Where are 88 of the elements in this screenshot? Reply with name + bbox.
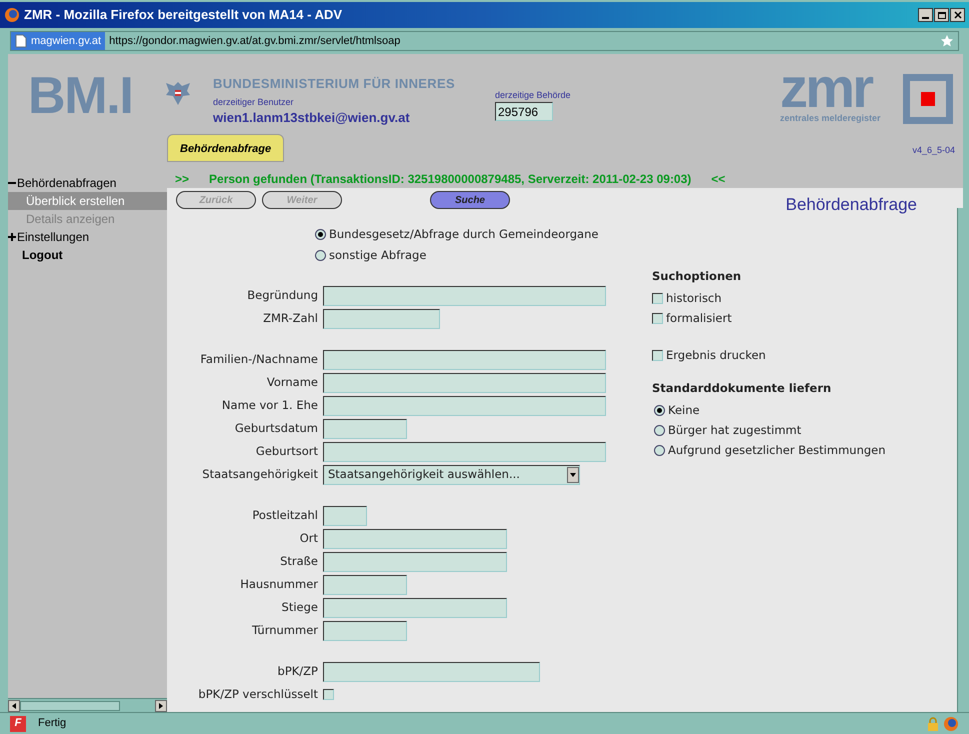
page-icon [15,34,27,48]
text-field[interactable] [323,372,606,392]
message-marker: << [711,171,726,188]
checkbox[interactable] [652,292,663,304]
text-field[interactable] [323,396,606,416]
status-text: Fertig [38,716,66,732]
padlock-icon [927,716,939,730]
url-text: https://gondor.magwien.gv.at/at.gv.bmi.zmr/servlet/htmlsoap [109,34,400,49]
checkbox-label: Ergebnis drucken [666,346,766,364]
nav-button[interactable]: Suche [430,191,510,209]
tab[interactable]: Behördenabfrage [167,134,284,162]
right-arrow-icon[interactable] [159,702,163,708]
radio-label: Bundesgesetz/Abfrage durch Gemeindeorgane [329,226,598,243]
minimize-button[interactable] [918,8,933,22]
authority-label: derzeitige Behörde [495,89,571,102]
field-label: Straße [279,552,318,570]
text-field[interactable] [323,286,606,306]
maximize-button[interactable] [934,8,949,22]
user-name: wien1.lanm13stbkei@wien.gv.at [213,109,410,127]
ministry-name: BUNDESMINISTERIUM FÜR INNERES [213,75,455,93]
field-label: Vorname [266,374,318,391]
text-field[interactable] [323,350,606,370]
browser-logo-icon [4,7,20,23]
authority-field[interactable]: 295796 [495,102,553,121]
checkbox-label: formalisiert [666,310,732,327]
radio-label: sonstige Abfrage [329,247,426,264]
site-identity-button[interactable]: magwien.gv.at [11,32,106,50]
checkbox-label: historisch [666,290,722,307]
logout-link[interactable]: Logout [8,246,167,264]
radio-button[interactable] [315,250,326,262]
bmi-logo: BM.I [28,70,133,122]
radio-button[interactable] [654,405,665,416]
window-title: ZMR - Mozilla Firefox bereitgestellt von MA14 - ADV [24,6,342,24]
field-label: bPK/ZP verschlüsselt [197,686,318,703]
text-field[interactable] [323,598,507,618]
field-label: Stiege [280,598,318,616]
zmr-square-icon [903,74,953,124]
field-label: Geburtsdatum [234,420,318,437]
flash-icon: F [10,716,26,732]
horizontal-scrollbar[interactable] [8,698,167,712]
plus-icon[interactable] [8,233,16,241]
field-label: bPK/ZP [276,662,318,680]
left-arrow-icon[interactable] [12,702,16,708]
field-label: Türnummer [250,622,318,639]
star-icon[interactable] [940,34,954,48]
user-label: derzeitiger Benutzer [213,96,294,109]
minus-icon[interactable] [8,179,16,187]
close-button[interactable] [950,8,965,22]
section-heading: Suchoptionen [652,268,742,285]
field-label: Hausnummer [239,576,318,593]
checkbox[interactable] [652,312,663,324]
text-field[interactable] [323,528,507,548]
dropdown[interactable]: Staatsangehörigkeit auswählen... [323,464,580,484]
address-bar[interactable]: magwien.gv.at https://gondor.magwien.gv.at/at.gv.bmi.zmr/servlet/htmlsoap [10,31,959,51]
text-field[interactable] [323,418,407,438]
text-field[interactable] [323,552,507,572]
field-label: Ort [298,530,318,547]
field-label: Staatsangehörigkeit [201,466,318,483]
field-label: ZMR-Zahl [262,310,318,327]
close-icon [954,11,962,19]
nav-group[interactable]: Behördenabfragen [8,174,167,192]
nav-group[interactable]: Einstellungen [8,228,167,246]
radio-button[interactable] [315,229,326,240]
text-field[interactable] [323,620,407,640]
radio-button[interactable] [654,445,665,456]
text-field[interactable] [323,442,606,462]
page-title: Behördenabfrage [786,194,917,216]
field-label: Begründung [246,286,318,304]
text-field[interactable] [323,506,367,526]
radio-label: Keine [668,402,700,419]
status-message: Person gefunden (TransaktionsID: 32519800000879485, Serverzeit: 2011-02-23 09:03) [209,171,692,188]
field-label: Name vor 1. Ehe [220,396,318,414]
text-field[interactable] [323,308,440,328]
browser-logo-icon [943,716,959,732]
text-field[interactable] [323,574,407,594]
message-marker: >> [175,171,190,188]
text-field[interactable] [323,662,540,682]
radio-button[interactable] [654,425,665,436]
checkbox[interactable] [323,689,334,700]
field-label: Familien-/Nachname [199,350,318,368]
checkbox[interactable] [652,350,663,361]
version-text: v4_6_5-04 [912,144,955,157]
field-label: Postleitzahl [251,506,318,524]
vertical-scrollbar[interactable] [957,208,963,712]
field-label: Geburtsort [254,442,318,460]
section-heading: Standarddokumente liefern [652,380,832,398]
radio-label: Aufgrund gesetzlicher Bestimmungen [668,442,886,459]
radio-label: Bürger hat zugestimmt [668,422,802,439]
